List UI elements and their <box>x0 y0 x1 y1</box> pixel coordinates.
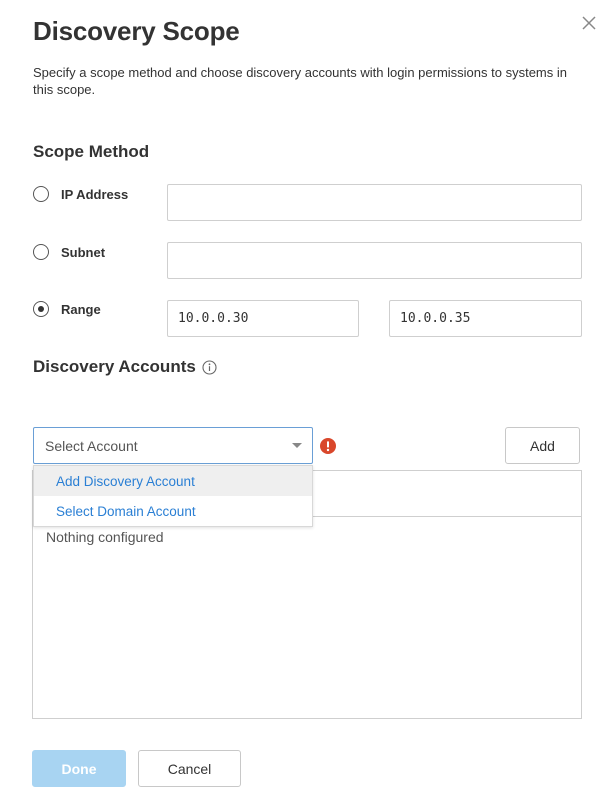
subnet-radio[interactable] <box>33 244 49 260</box>
ip-address-radio[interactable] <box>33 186 49 202</box>
ip-address-label: IP Address <box>61 186 129 202</box>
scope-option-subnet: Subnet <box>33 244 105 260</box>
scope-option-range: Range <box>33 301 101 317</box>
empty-list-text: Nothing configured <box>46 529 164 545</box>
range-label: Range <box>61 301 101 317</box>
dialog-description: Specify a scope method and choose discov… <box>33 65 567 97</box>
range-end-input[interactable]: 10.0.0.35 <box>389 300 582 337</box>
select-account-value: Select Account <box>45 437 138 454</box>
add-account-button[interactable]: Add <box>505 427 580 464</box>
discovery-accounts-heading: Discovery Accounts <box>33 357 217 377</box>
chevron-down-icon <box>292 443 302 448</box>
ip-address-input[interactable] <box>167 184 582 221</box>
range-start-input[interactable]: 10.0.0.30 <box>167 300 359 337</box>
done-button[interactable]: Done <box>32 750 126 787</box>
select-account-dropdown[interactable]: Select Account <box>33 427 313 464</box>
scope-method-heading: Scope Method <box>33 142 150 161</box>
cancel-button[interactable]: Cancel <box>138 750 241 787</box>
subnet-input[interactable] <box>167 242 582 279</box>
close-icon[interactable] <box>580 14 598 32</box>
range-radio[interactable] <box>33 301 49 317</box>
dropdown-item-select-domain-account[interactable]: Select Domain Account <box>34 496 312 526</box>
scope-option-ip-address: IP Address <box>33 186 128 202</box>
dialog-title: Discovery Scope <box>33 16 240 46</box>
discovery-accounts-title: Discovery Accounts <box>33 357 196 376</box>
account-dropdown-menu: Add Discovery Account Select Domain Acco… <box>33 465 313 527</box>
info-icon[interactable] <box>202 359 217 375</box>
error-icon <box>320 438 336 454</box>
discovery-scope-dialog: Discovery Scope Specify a scope method a… <box>0 0 600 807</box>
subnet-label: Subnet <box>61 244 106 260</box>
dropdown-item-add-discovery-account[interactable]: Add Discovery Account <box>34 466 312 496</box>
